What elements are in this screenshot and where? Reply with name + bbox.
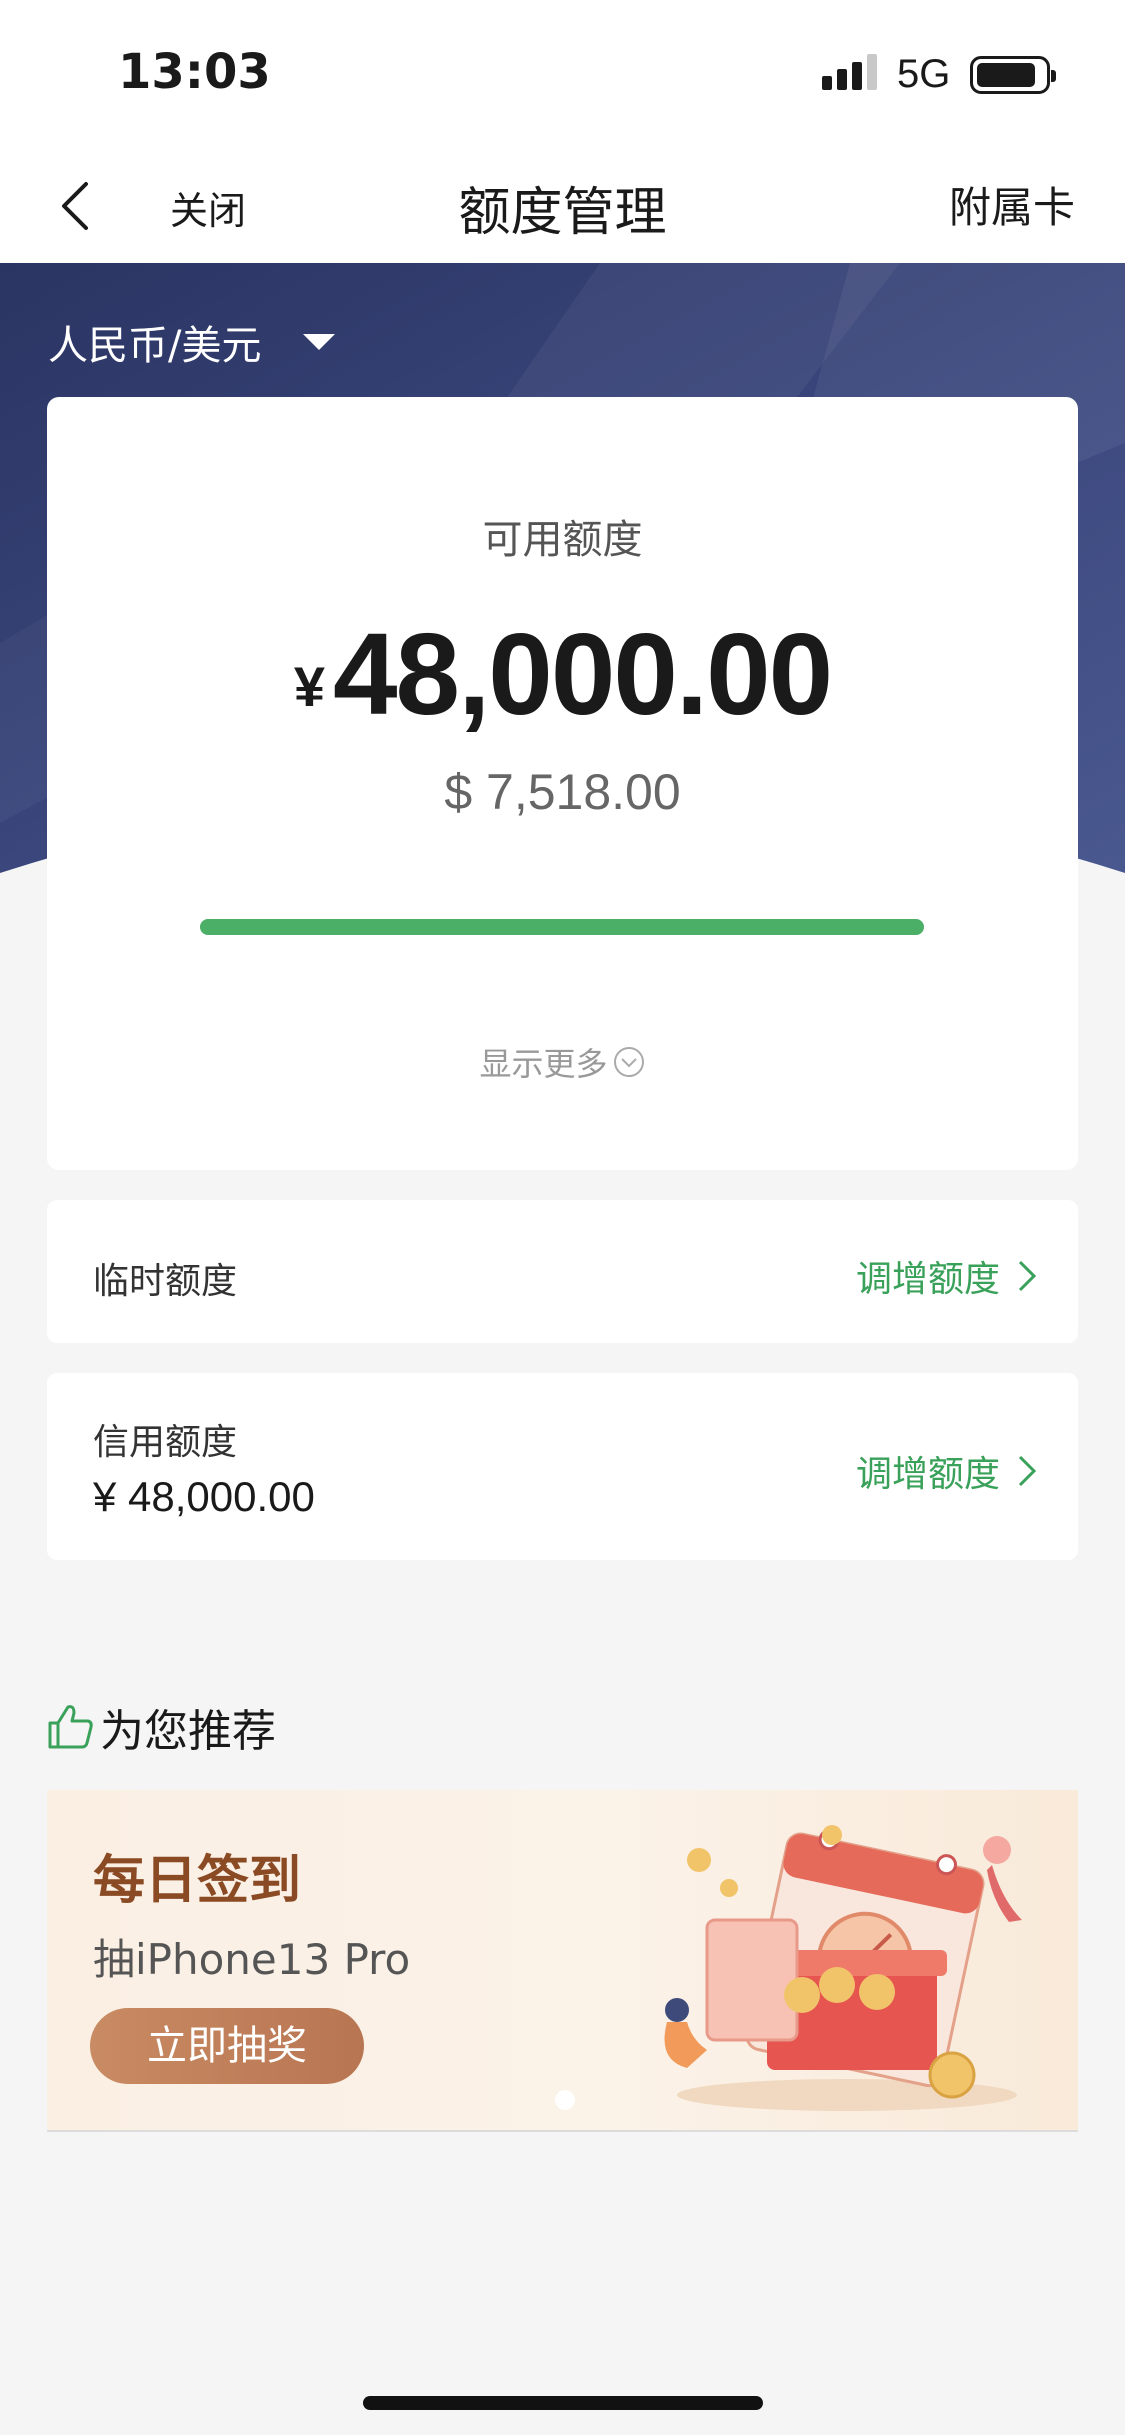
increase-limit-label: 调增额度 [855, 1454, 1000, 1495]
nav-bar: 关闭 额度管理 附属卡 [0, 150, 1125, 263]
currency-selector-label: 人民币/美元 [48, 323, 262, 369]
status-bar: 13:03 5G [0, 0, 1125, 150]
increase-limit-label: 调增额度 [855, 1259, 1000, 1300]
limit-progress-fill [200, 919, 924, 935]
cny-symbol: ¥ [293, 655, 326, 718]
show-more-label: 显示更多 [479, 1045, 608, 1083]
cny-amount-row: ¥48,000.00 [47, 607, 1078, 741]
supplementary-card-button[interactable]: 附属卡 [949, 174, 1075, 235]
temporary-limit-row[interactable]: 临时额度 调增额度 [47, 1200, 1078, 1343]
carousel-indicator-dot[interactable] [555, 2090, 575, 2110]
increase-temp-limit-button[interactable]: 调增额度 [856, 1250, 1038, 1302]
increase-credit-limit-button[interactable]: 调增额度 [856, 1445, 1038, 1497]
chevron-right-icon [1018, 1455, 1037, 1487]
circle-chevron-down-icon [613, 1047, 644, 1077]
calendar-prize-illustration [664, 1825, 1022, 2111]
signal-icon [822, 54, 877, 90]
caret-down-icon [303, 334, 336, 350]
credit-limit-label: 信用额度 [93, 1422, 238, 1463]
usd-amount: $ 7,518.00 [444, 764, 681, 820]
credit-limit-value: ¥ 48,000.00 [93, 1473, 315, 1520]
available-limit-label: 可用额度 [482, 517, 643, 563]
recommend-title-label: 为您推荐 [100, 1706, 276, 1757]
credit-limit-row[interactable]: 信用额度 ¥ 48,000.00 调增额度 [47, 1373, 1078, 1560]
banner-title: 每日签到 [93, 1851, 302, 1911]
recommend-section-title: 为您推荐 [44, 1695, 276, 1759]
banner-subtitle: 抽iPhone13 Pro [93, 1935, 411, 1984]
network-type: 5G [897, 52, 951, 96]
temporary-limit-label: 临时额度 [93, 1261, 238, 1302]
home-indicator [363, 2396, 763, 2410]
battery-icon [970, 56, 1056, 94]
currency-selector[interactable]: 人民币/美元 [48, 313, 336, 371]
status-time: 13:03 [118, 44, 271, 100]
thumbs-up-icon [48, 1705, 93, 1749]
show-more-button[interactable]: 显示更多 [47, 1039, 1078, 1085]
cny-amount: 48,000.00 [333, 609, 833, 739]
available-limit-card: 可用额度 ¥48,000.00 $ 7,518.00 显示更多 [47, 397, 1078, 1170]
draw-now-button[interactable]: 立即抽奖 [90, 2008, 364, 2084]
daily-checkin-banner[interactable]: 每日签到 抽iPhone13 Pro 立即抽奖 [47, 1790, 1078, 2132]
chevron-right-icon [1018, 1260, 1037, 1292]
limit-progress-bar [200, 919, 924, 935]
